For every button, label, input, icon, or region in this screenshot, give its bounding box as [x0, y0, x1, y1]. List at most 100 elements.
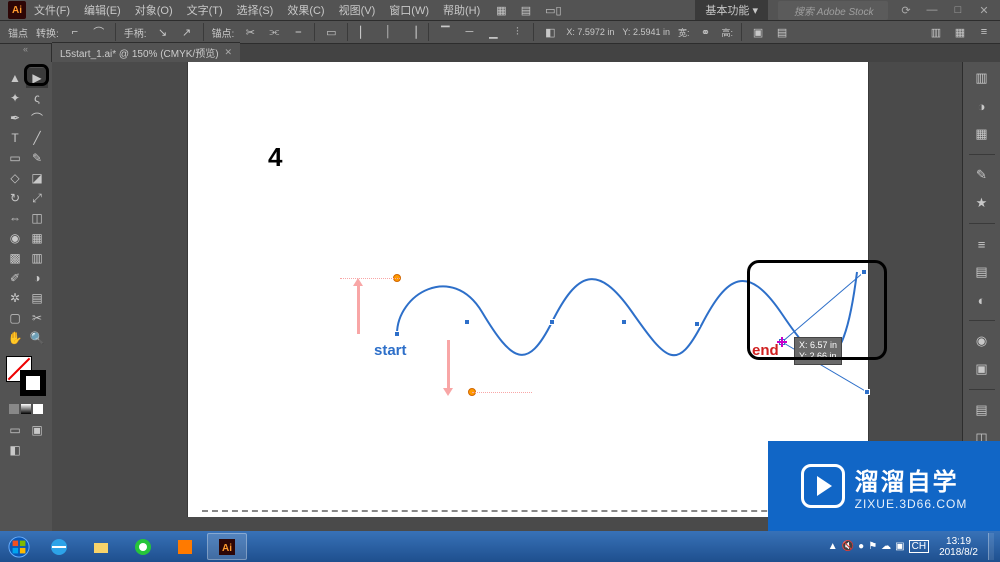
tray-icon-3[interactable]: ⚑ — [868, 541, 877, 552]
align-bottom-icon[interactable]: ▁ — [485, 24, 501, 40]
handle-show-icon[interactable]: ↘ — [155, 24, 171, 40]
y-value[interactable]: 2.5941 in — [633, 27, 670, 37]
anchor-3[interactable] — [549, 319, 555, 325]
convert-smooth-icon[interactable]: ⌒ — [91, 24, 107, 40]
panel-gradient-icon[interactable]: ▤ — [972, 262, 992, 282]
align-selection-icon[interactable]: ▭ — [323, 24, 339, 40]
perspective-tool[interactable]: ▦ — [26, 228, 48, 248]
menu-window[interactable]: 窗口(W) — [389, 2, 429, 18]
tray-expand-icon[interactable]: ▲ — [828, 541, 838, 552]
panel-swatches-icon[interactable]: ▦ — [972, 124, 992, 144]
tray-icon-4[interactable]: ☁ — [881, 541, 891, 552]
artboard-tool[interactable]: ▢ — [4, 308, 26, 328]
panel-stroke-icon[interactable]: ≡ — [972, 234, 992, 254]
start-button[interactable] — [0, 531, 38, 562]
bridge-icon[interactable]: ▦ — [496, 4, 506, 17]
menu-view[interactable]: 视图(V) — [339, 2, 376, 18]
brush-tool[interactable]: ✎ — [26, 148, 48, 168]
align-pixel-icon[interactable]: ▤ — [774, 24, 790, 40]
panel-transparency-icon[interactable]: ◐ — [972, 290, 992, 310]
menu-effect[interactable]: 效果(C) — [287, 2, 324, 18]
shaper-tool[interactable]: ◇ — [4, 168, 26, 188]
connect-anchor-icon[interactable]: ⫘ — [266, 24, 282, 40]
symbol-sprayer-tool[interactable]: ✲ — [4, 288, 26, 308]
zoom-tool[interactable]: 🔍 — [26, 328, 48, 348]
panel-layers-icon[interactable]: ▤ — [972, 400, 992, 420]
taskbar-explorer[interactable] — [81, 533, 121, 560]
isolate-icon[interactable]: ▣ — [750, 24, 766, 40]
anchor-4[interactable] — [621, 319, 627, 325]
document-tab[interactable]: L5start_1.ai* @ 150% (CMYK/预览) ✕ — [52, 42, 240, 62]
screen-mode-normal[interactable]: ▭ — [4, 420, 26, 440]
link-wh-icon[interactable]: ⚭ — [698, 24, 714, 40]
window-maximize[interactable]: □ — [950, 4, 966, 16]
menu-type[interactable]: 文字(T) — [187, 2, 223, 18]
anchor-start[interactable] — [394, 331, 400, 337]
graph-tool[interactable]: ▤ — [26, 288, 48, 308]
taskbar-360[interactable] — [123, 533, 163, 560]
panel-appearance-icon[interactable]: ◉ — [972, 331, 992, 351]
gradient-tool[interactable]: ▥ — [26, 248, 48, 268]
fill-stroke-swatch[interactable] — [6, 356, 46, 396]
width-tool[interactable]: ⇔ — [4, 208, 26, 228]
tray-icon-2[interactable]: ● — [858, 541, 864, 552]
tray-ime[interactable]: CH — [909, 540, 929, 553]
slice-tool[interactable]: ✂ — [26, 308, 48, 328]
rotate-tool[interactable]: ↻ — [4, 188, 26, 208]
convert-corner-icon[interactable]: ⌐ — [67, 24, 83, 40]
distribute-icon[interactable]: ⫶ — [509, 24, 525, 40]
color-mode-buttons[interactable] — [4, 404, 48, 414]
tray-icon-1[interactable]: 🔇 — [842, 541, 854, 552]
tab-close-icon[interactable]: ✕ — [225, 47, 233, 58]
cut-path-icon[interactable]: ⎯ — [290, 24, 306, 40]
taskbar-illustrator[interactable]: Ai — [207, 533, 247, 560]
align-center-icon[interactable]: │ — [380, 24, 396, 40]
transform-icon[interactable]: ◧ — [542, 24, 558, 40]
eraser-tool[interactable]: ◪ — [26, 168, 48, 188]
menu-help[interactable]: 帮助(H) — [443, 2, 480, 18]
panel-toggle-1-icon[interactable]: ▥ — [928, 24, 944, 40]
window-sync-icon[interactable]: ⟳ — [898, 4, 914, 17]
rectangle-tool[interactable]: ▭ — [4, 148, 26, 168]
panel-properties-icon[interactable]: ▥ — [972, 68, 992, 88]
stroke-swatch[interactable] — [20, 370, 46, 396]
lasso-tool[interactable]: ς — [26, 88, 48, 108]
menu-object[interactable]: 对象(O) — [135, 2, 173, 18]
menu-edit[interactable]: 编辑(E) — [84, 2, 121, 18]
taskbar-ie[interactable] — [39, 533, 79, 560]
eyedropper-tool[interactable]: ✐ — [4, 268, 26, 288]
search-box[interactable]: 搜索 Adobe Stock — [778, 1, 888, 20]
blend-tool[interactable]: ◑ — [26, 268, 48, 288]
panel-color-icon[interactable]: ◑ — [972, 96, 992, 116]
workspace-switcher[interactable]: 基本功能 ▾ — [695, 0, 768, 20]
pen-tool[interactable]: ✒ — [4, 108, 26, 128]
window-close[interactable]: ✕ — [976, 4, 992, 17]
menu-file[interactable]: 文件(F) — [34, 2, 70, 18]
panel-graphic-styles-icon[interactable]: ▣ — [972, 359, 992, 379]
x-value[interactable]: 7.5972 in — [577, 27, 614, 37]
tray-icon-5[interactable]: ▣ — [895, 541, 904, 552]
remove-anchor-icon[interactable]: ✂ — [242, 24, 258, 40]
anchor-5[interactable] — [694, 321, 700, 327]
handle-in[interactable] — [864, 389, 870, 395]
window-minimize[interactable]: — — [924, 4, 940, 16]
taskbar-app-orange[interactable] — [165, 533, 205, 560]
scale-tool[interactable]: ⤢ — [26, 188, 48, 208]
type-tool[interactable]: T — [4, 128, 26, 148]
show-desktop[interactable] — [988, 533, 994, 560]
align-middle-icon[interactable]: ─ — [461, 24, 477, 40]
mesh-tool[interactable]: ▩ — [4, 248, 26, 268]
shape-builder-tool[interactable]: ◉ — [4, 228, 26, 248]
line-tool[interactable]: ╱ — [26, 128, 48, 148]
align-left-icon[interactable]: ▏ — [356, 24, 372, 40]
taskbar-clock[interactable]: 13:19 2018/8/2 — [933, 536, 984, 558]
stock-icon[interactable]: ▤ — [521, 4, 531, 17]
arrange-icon[interactable]: ▭▯ — [545, 4, 561, 17]
free-transform-tool[interactable]: ◫ — [26, 208, 48, 228]
expand-menu-icon[interactable]: ≡ — [976, 24, 992, 40]
hand-tool[interactable]: ✋ — [4, 328, 26, 348]
panel-brushes-icon[interactable]: ✎ — [972, 165, 992, 185]
align-right-icon[interactable]: ▕ — [404, 24, 420, 40]
curvature-tool[interactable]: ⌒ — [26, 108, 48, 128]
selection-tool[interactable]: ▲ — [4, 68, 26, 88]
